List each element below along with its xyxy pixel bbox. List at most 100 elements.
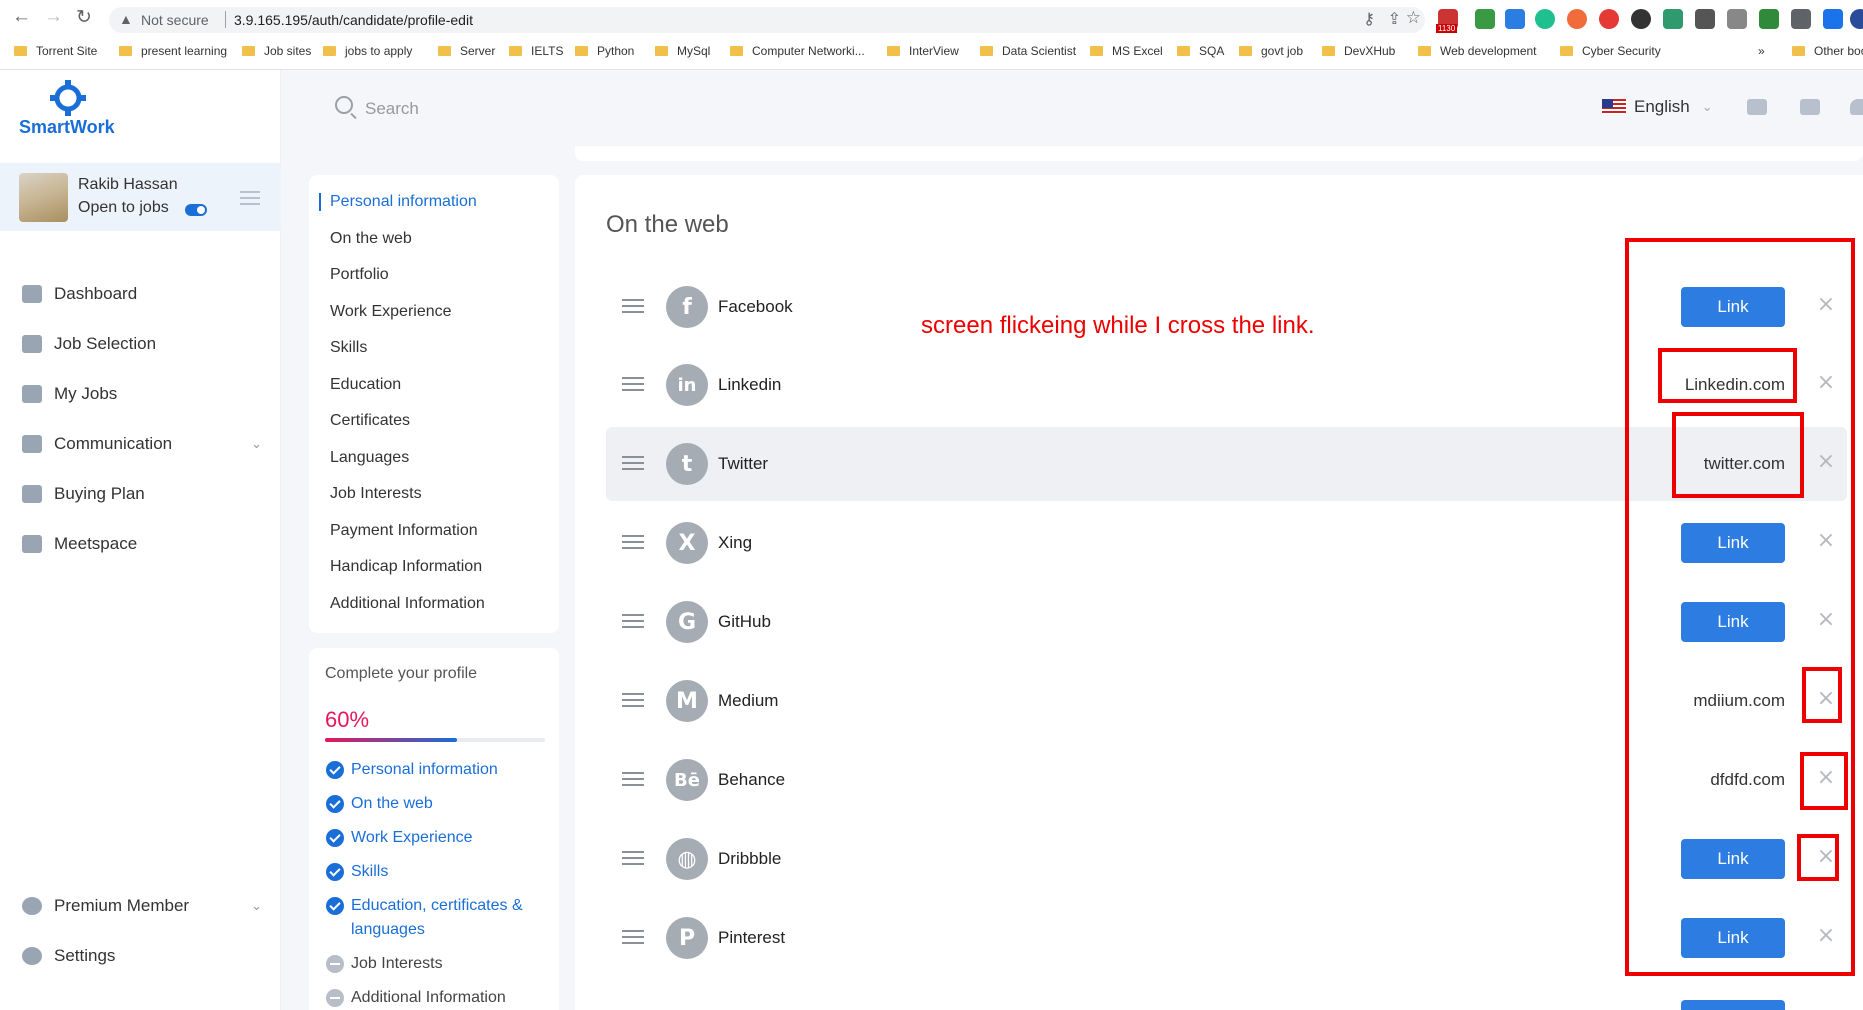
bookmark-item[interactable]: Python [575,44,634,58]
completion-item[interactable]: Job Interests [326,952,554,976]
sidebar-item-settings[interactable]: Settings [22,944,262,968]
completion-percent: 60% [325,707,370,732]
forward-icon[interactable]: → [44,6,63,28]
dark-ext-icon[interactable] [1631,9,1651,29]
drag-handle-icon[interactable] [622,614,644,632]
profile-menu-item[interactable]: Certificates [330,412,410,430]
brand-name[interactable]: SmartWork [19,117,115,138]
dropbox-ext-icon[interactable] [1505,9,1525,29]
bookmark-item[interactable]: present learning [119,44,227,58]
briefcase-icon [22,335,42,353]
bookmark-item[interactable]: Torrent Site [14,44,97,58]
completion-item[interactable]: On the web [326,792,554,816]
bookmark-item[interactable]: » [1758,44,1765,58]
profile-menu-item[interactable]: Handicap Information [330,558,482,576]
chat-icon [22,435,42,453]
sidebar-item-my-jobs[interactable]: My Jobs [22,382,262,406]
image-ext-icon[interactable] [1727,9,1747,29]
profile-menu-item[interactable]: Skills [330,339,367,357]
gear-logo-icon[interactable] [50,80,86,116]
messages-icon[interactable] [1747,99,1767,115]
sidebar-item-premium[interactable]: Premium Member ⌄ [22,894,262,918]
annotation-box-behance-x [1800,752,1848,810]
profile-menu-item[interactable]: Education [330,376,401,394]
avatar[interactable] [19,173,68,222]
completion-item[interactable]: Skills [326,860,554,884]
profile-menu-item[interactable]: Personal information [330,193,477,211]
completion-item[interactable]: Work Experience [326,826,554,850]
completion-item[interactable]: Education, certificates & languages [326,894,554,942]
sidebar-item-job-selection[interactable]: Job Selection [22,332,262,356]
drag-handle-icon[interactable] [622,851,644,869]
completion-item[interactable]: Personal information [326,758,554,782]
drag-handle-icon[interactable] [622,299,644,317]
next-link-button-partial[interactable] [1681,1000,1785,1010]
drag-handle-icon[interactable] [622,772,644,790]
video-icon[interactable] [1800,99,1820,115]
bookmark-item[interactable]: Other boo [1792,44,1863,58]
completion-item[interactable]: Additional Information [326,986,554,1010]
bookmark-item[interactable]: Job sites [242,44,311,58]
bookmark-item[interactable]: InterView [887,44,959,58]
puzzle-icon[interactable] [1791,9,1811,29]
sidebar-item-buying-plan[interactable]: Buying Plan [22,482,262,506]
profile-menu-item[interactable]: Job Interests [330,485,422,503]
address-bar[interactable]: ▲ Not secure 3.9.165.195/auth/candidate/… [109,7,1425,33]
shield-ext-icon[interactable] [1475,9,1495,29]
profile-menu-item[interactable]: Payment Information [330,522,478,540]
bookmark-item[interactable]: MySql [655,44,710,58]
bookmark-item[interactable]: SQA [1177,44,1224,58]
reload-icon[interactable]: ↻ [76,6,92,29]
bookmark-item[interactable]: DevXHub [1322,44,1395,58]
drag-handle-icon[interactable] [622,456,644,474]
drag-handle-icon[interactable] [622,535,644,553]
bookmark-label: Cyber Security [1582,44,1661,58]
profile-menu-item[interactable]: On the web [330,230,412,248]
screenshot-ext-icon[interactable] [1695,9,1715,29]
url-text: 3.9.165.195/auth/candidate/profile-edit [234,12,473,28]
sidebar-item-communication[interactable]: Communication ⌄ [22,432,262,456]
key-icon[interactable]: ⚷ [1363,9,1375,29]
bookmark-item[interactable]: jobs to apply [323,44,412,58]
dashboard-icon [22,285,42,303]
drag-handle-icon[interactable] [622,377,644,395]
drag-handle-icon[interactable] [622,693,644,711]
bookmark-item[interactable]: IELTS [509,44,563,58]
bookmark-item[interactable]: Computer Networki... [730,44,865,58]
bookmark-item[interactable]: Web development [1418,44,1537,58]
folder-icon [980,46,993,56]
red-ext-icon[interactable] [1599,9,1619,29]
language-select[interactable]: English ⌄ [1602,97,1713,117]
bookmark-item[interactable]: Cyber Security [1560,44,1661,58]
star-icon[interactable]: ☆ [1406,8,1421,28]
social-name: Xing [718,533,753,552]
back-icon[interactable]: ← [12,6,31,28]
bookmark-item[interactable]: MS Excel [1090,44,1163,58]
profile-menu-item[interactable]: Languages [330,449,409,467]
social-name: Pinterest [718,928,786,947]
folder-icon [1792,46,1805,56]
bookmark-item[interactable]: govt job [1239,44,1303,58]
bell-icon[interactable] [1850,99,1863,115]
security-label: Not secure [141,12,209,28]
grammarly-ext-icon[interactable] [1535,9,1555,29]
code-ext-icon[interactable] [1663,9,1683,29]
orange-ext-icon[interactable] [1567,9,1587,29]
bookmark-item[interactable]: Server [438,44,495,58]
collapse-menu-icon[interactable] [240,191,260,209]
drag-handle-icon[interactable] [622,930,644,948]
profile-menu-item[interactable]: Additional Information [330,595,485,613]
bookmark-item[interactable]: Data Scientist [980,44,1076,58]
sidebar-item-dashboard[interactable]: Dashboard [22,282,262,306]
share-icon[interactable]: ⇪ [1388,9,1401,29]
green-ext-icon[interactable] [1759,9,1779,29]
profile-icon[interactable] [1850,9,1863,29]
sidepanel-icon[interactable] [1823,9,1843,29]
open-to-jobs-toggle[interactable] [185,204,207,216]
bookmark-label: SQA [1199,44,1225,58]
sidebar-item-meetspace[interactable]: Meetspace [22,532,262,556]
profile-menu-item[interactable]: Portfolio [330,266,389,284]
search-input[interactable]: Search [323,87,705,130]
profile-menu-item[interactable]: Work Experience [330,303,452,321]
bookmark-label: Data Scientist [1002,44,1077,58]
